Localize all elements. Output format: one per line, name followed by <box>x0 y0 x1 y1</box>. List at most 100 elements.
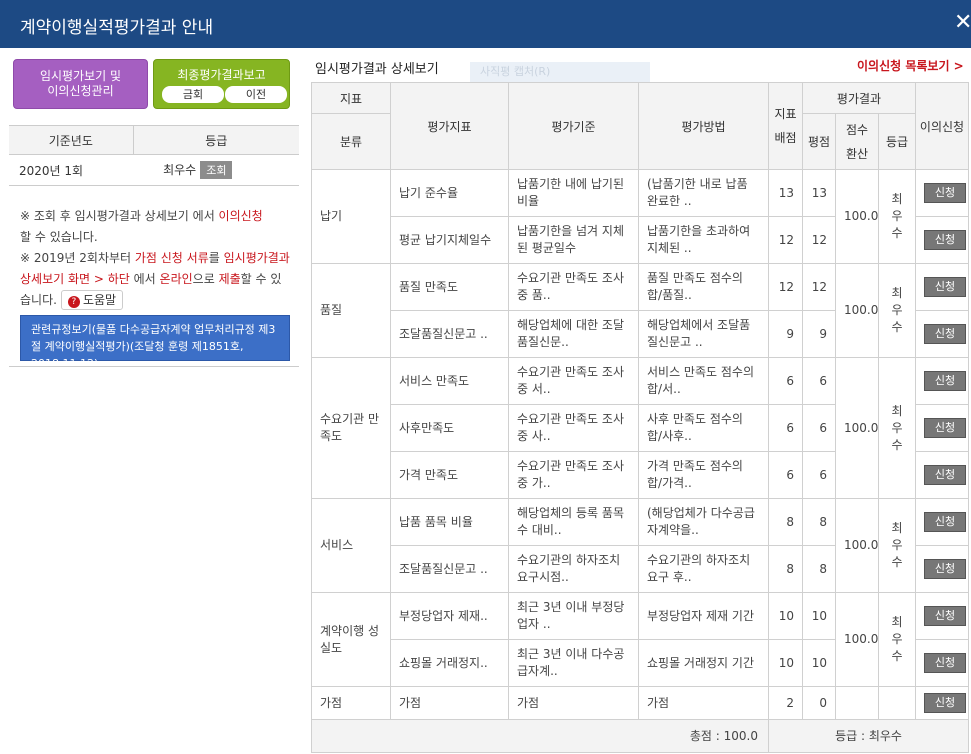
apply-button[interactable]: 신청 <box>924 465 967 485</box>
objection-cell: 신청 <box>915 498 970 546</box>
score-cell: 12 <box>802 263 836 311</box>
provisional-eval-button[interactable]: 임시평가보기 및 이의신청관리 <box>13 59 148 109</box>
objection-cell: 신청 <box>915 404 970 452</box>
provisional-eval-label-1: 임시평가보기 및 <box>39 69 122 83</box>
apply-button[interactable]: 신청 <box>924 653 967 673</box>
question-icon: ? <box>67 296 80 308</box>
indicator-cell: 조달품질신문고 .. <box>390 545 509 593</box>
converted-cell: 100.0 <box>835 263 879 358</box>
help-label: 도움말 <box>82 293 117 307</box>
apply-button[interactable]: 신청 <box>924 418 967 438</box>
objection-cell: 신청 <box>915 545 970 593</box>
year-grade-table: 기준년도 등급 2020년 1회 최우수 조회 <box>9 125 299 186</box>
converted-cell: 100.0 <box>835 498 879 593</box>
objection-cell: 신청 <box>915 686 970 720</box>
grade-cell <box>877 686 917 720</box>
inquiry-button[interactable]: 조회 <box>200 161 233 179</box>
objection-list-link[interactable]: 이의신청 목록보기 > <box>857 57 964 74</box>
apply-button[interactable]: 신청 <box>924 324 967 344</box>
objection-cell: 신청 <box>915 357 970 405</box>
previous-round-button[interactable]: 이전 <box>225 86 287 103</box>
allot-cell: 6 <box>768 451 803 499</box>
apply-button[interactable]: 신청 <box>924 606 967 626</box>
note-highlight: 온라인 <box>159 272 193 286</box>
help-button[interactable]: ? 도움말 <box>60 290 124 310</box>
criteria-cell: 수요기관 만족도 조사 중 품.. <box>508 263 639 311</box>
apply-button[interactable]: 신청 <box>924 277 967 297</box>
indicator-cell: 평균 납기지체일수 <box>390 216 509 264</box>
apply-button[interactable]: 신청 <box>924 230 967 250</box>
objection-cell: 신청 <box>915 639 970 687</box>
category-cell: 수요기관 만족도 <box>311 357 391 499</box>
notes: ※ 조회 후 임시평가결과 상세보기 에서 이의신청 할 수 있습니다. ※ 20… <box>20 206 290 311</box>
score-cell: 12 <box>802 216 836 264</box>
method-cell: 품질 만족도 점수의 합/품질.. <box>638 263 769 311</box>
apply-button[interactable]: 신청 <box>924 559 967 579</box>
grade-header: 등급 <box>132 125 299 155</box>
indicator-cell: 납기 준수율 <box>390 169 509 217</box>
table-row: 수요기관 만족도 서비스 만족도 수요기관 만족도 조사 중 서.. 서비스 만족도 … <box>311 357 970 499</box>
current-round-button[interactable]: 금회 <box>162 86 224 103</box>
apply-button[interactable]: 신청 <box>924 371 967 391</box>
allot-cell: 10 <box>768 639 803 687</box>
category-cell: 서비스 <box>311 498 391 593</box>
score-cell: 8 <box>802 545 836 593</box>
objection-cell: 신청 <box>915 263 970 311</box>
criteria-cell: 납품기한을 넘겨 지체된 평균일수 <box>508 216 639 264</box>
criteria-cell: 수요기관 만족도 조사 중 서.. <box>508 357 639 405</box>
grade-cell: 최우수 <box>877 169 917 264</box>
score-cell: 9 <box>802 310 836 358</box>
note-highlight: 이의신청 <box>218 209 263 223</box>
score-cell: 13 <box>802 169 836 217</box>
related-rules-button[interactable]: 관련규정보기(물품 다수공급자계약 업무처리규정 제3절 계약이행실적평가)(조… <box>20 315 290 370</box>
allot-cell: 12 <box>768 263 803 311</box>
eval-method-header: 평가방법 <box>638 82 769 170</box>
table-row: 품질 품질 만족도 수요기관 만족도 조사 중 품.. 품질 만족도 점수의 합/품질… <box>311 263 970 358</box>
indicator-cell: 서비스 만족도 <box>390 357 509 405</box>
score-header: 평점 <box>802 113 836 170</box>
allot-cell: 6 <box>768 404 803 452</box>
apply-button[interactable]: 신청 <box>924 693 967 713</box>
note-text: 에서 <box>129 272 160 286</box>
year-cell: 2020년 1회 <box>9 154 134 186</box>
year-value: 2020년 1회 <box>19 163 84 178</box>
final-eval-panel: 최종평가결과보고 금회 이전 <box>153 59 290 109</box>
note-highlight: 제출 <box>218 272 241 286</box>
grade-cell: 최우수 <box>877 498 917 593</box>
method-cell: (납품기한 내로 납품 완료한 .. <box>638 169 769 217</box>
score-cell: 6 <box>802 451 836 499</box>
allot-cell: 12 <box>768 216 803 264</box>
apply-button[interactable]: 신청 <box>924 183 967 203</box>
method-cell: 쇼핑몰 거래정지 기간 <box>638 639 769 687</box>
criteria-cell: 수요기관 만족도 조사 중 사.. <box>508 404 639 452</box>
converted-cell: 100.0 <box>835 169 879 264</box>
note-2: ※ 2019년 2회차부터 가점 신청 서류를 임시평가결과 상세보기 화면 >… <box>20 248 290 311</box>
allot-cell: 2 <box>768 686 803 720</box>
allot-cell: 13 <box>768 169 803 217</box>
table-row: 계약이행 성실도 부정당업자 제재.. 최근 3년 이내 부정당업자 .. 부정당업자… <box>311 592 970 687</box>
objection-cell: 신청 <box>915 216 970 264</box>
allot-cell: 6 <box>768 357 803 405</box>
ghost-overlay: 사직평 캡처(R) <box>470 62 650 82</box>
criteria-cell: 수요기관 만족도 조사 중 가.. <box>508 451 639 499</box>
indicator-cell: 부정당업자 제재.. <box>390 592 509 640</box>
indicator-header: 지표 <box>311 82 391 114</box>
evaluation-table: 지표 평가지표 평가기준 평가방법 지표 배점 평가결과 이의신청 분류 평점 … <box>311 82 970 753</box>
objection-cell: 신청 <box>915 592 970 640</box>
left-divider <box>9 366 299 367</box>
method-cell: (해당업체가 다수공급자계약을.. <box>638 498 769 546</box>
allot-cell: 8 <box>768 545 803 593</box>
apply-button[interactable]: 신청 <box>924 512 967 532</box>
criteria-cell: 해당업체의 등록 품목 수 대비.. <box>508 498 639 546</box>
category-cell: 품질 <box>311 263 391 358</box>
eval-indicator-header: 평가지표 <box>390 82 509 170</box>
indicator-cell: 사후만족도 <box>390 404 509 452</box>
final-eval-label: 최종평가결과보고 <box>177 68 266 82</box>
method-cell: 수요기관의 하자조치 요구 후.. <box>638 545 769 593</box>
converted-cell <box>835 686 879 720</box>
indicator-cell: 조달품질신문고 .. <box>390 310 509 358</box>
method-cell: 서비스 만족도 점수의 합/서.. <box>638 357 769 405</box>
total-score: 총점 : 100.0 <box>311 719 769 753</box>
close-icon[interactable]: ✕ <box>954 10 971 35</box>
note-highlight: 가점 신청 서류 <box>134 251 209 265</box>
